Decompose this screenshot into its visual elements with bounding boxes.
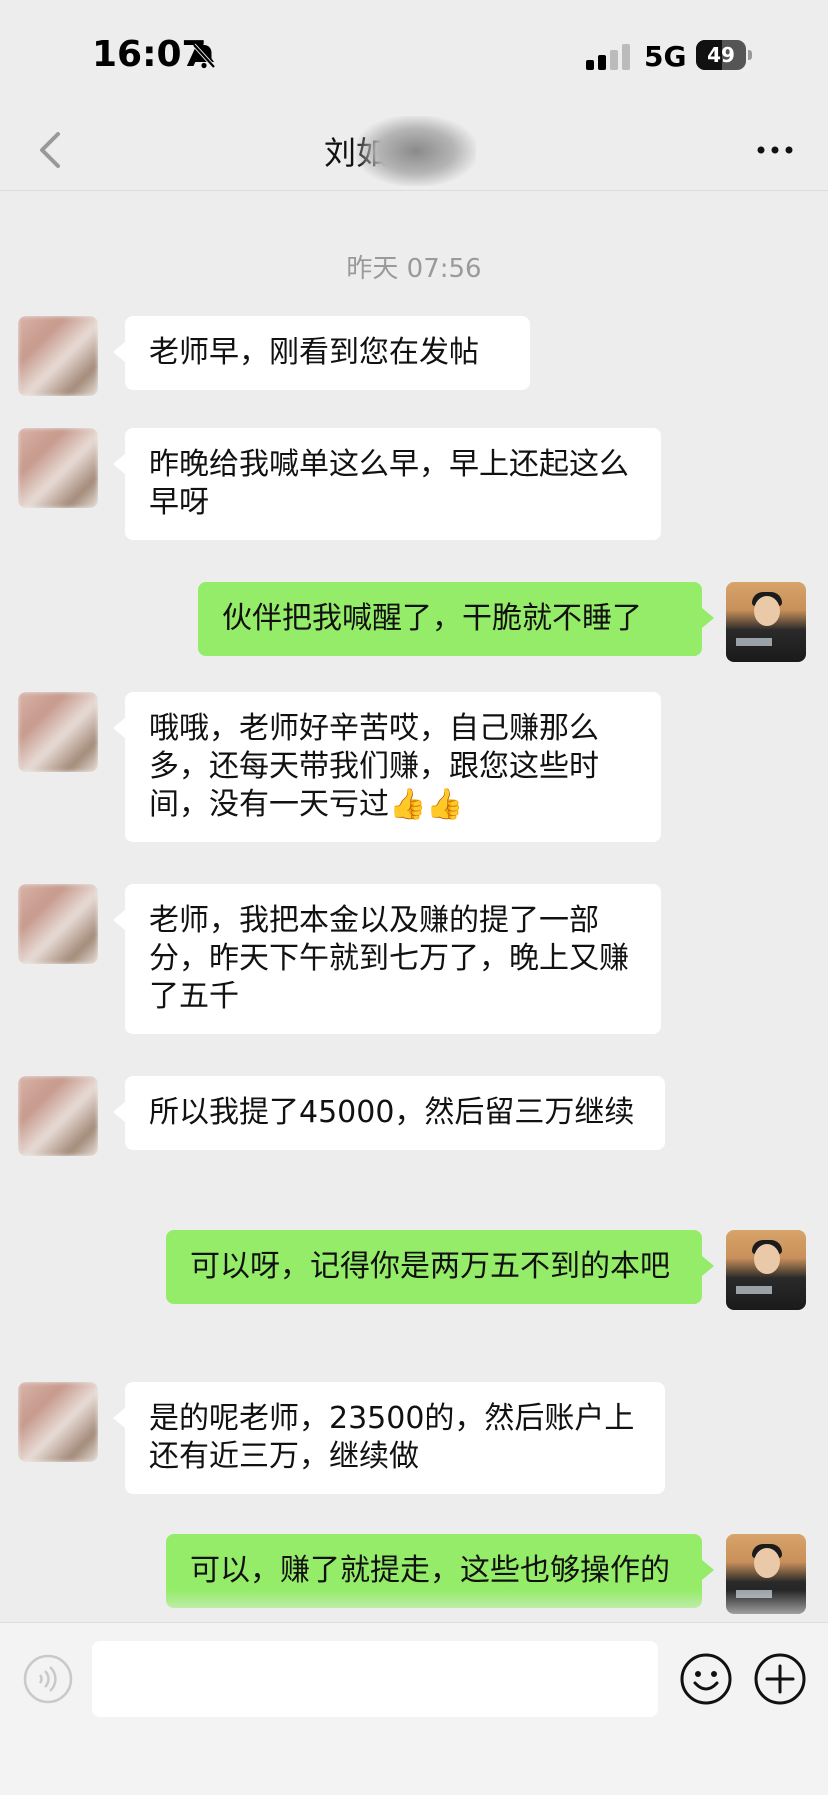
contact-avatar[interactable] [18,884,98,964]
chat-screen: 16:07 5G 49 刘如 [0,0,828,1795]
chat-timestamp: 昨天 07:56 [346,254,482,284]
back-button[interactable] [28,122,88,178]
contact-avatar[interactable] [18,1382,98,1462]
contact-avatar[interactable] [18,692,98,772]
message-bubble-incoming: 哦哦，老师好辛苦哎，自己赚那么多，还每天带我们赚，跟您这些时间，没有一天亏过👍👍 [125,692,661,842]
message-bubble-incoming: 昨晚给我喊单这么早，早上还起这么早呀 [125,428,661,540]
message-bubble-outgoing: 伙伴把我喊醒了，干脆就不睡了 [198,582,702,656]
message-bubble-outgoing: 可以，赚了就提走，这些也够操作的 [166,1534,702,1608]
voice-icon[interactable] [22,1653,74,1705]
bell-off-icon [192,43,216,69]
input-bar [0,1622,828,1795]
status-bar: 16:07 5G 49 [0,0,828,110]
message-input[interactable] [92,1641,658,1717]
battery-icon: 49 [696,40,754,70]
battery-level: 49 [707,43,735,67]
self-avatar[interactable] [726,1534,806,1614]
contact-avatar[interactable] [18,316,98,396]
contact-avatar[interactable] [18,428,98,508]
redaction-scribble [356,116,476,186]
nav-bar: 刘如 [0,110,828,191]
contact-avatar[interactable] [18,1076,98,1156]
self-avatar[interactable] [726,1230,806,1310]
message-bubble-incoming: 老师，我把本金以及赚的提了一部分，昨天下午就到七万了，晚上又赚了五千 [125,884,661,1034]
message-bubble-incoming: 老师早，刚看到您在发帖 [125,316,530,390]
network-type: 5G [644,40,687,73]
more-options-button[interactable] [750,130,800,170]
plus-icon[interactable] [752,1651,808,1707]
emoji-icon[interactable] [678,1651,734,1707]
message-bubble-incoming: 是的呢老师，23500的，然后账户上还有近三万，继续做 [125,1382,665,1494]
message-bubble-outgoing: 可以呀，记得你是两万五不到的本吧 [166,1230,702,1304]
self-avatar[interactable] [726,582,806,662]
message-bubble-incoming: 所以我提了45000，然后留三万继续 [125,1076,665,1150]
signal-icon [586,44,630,70]
